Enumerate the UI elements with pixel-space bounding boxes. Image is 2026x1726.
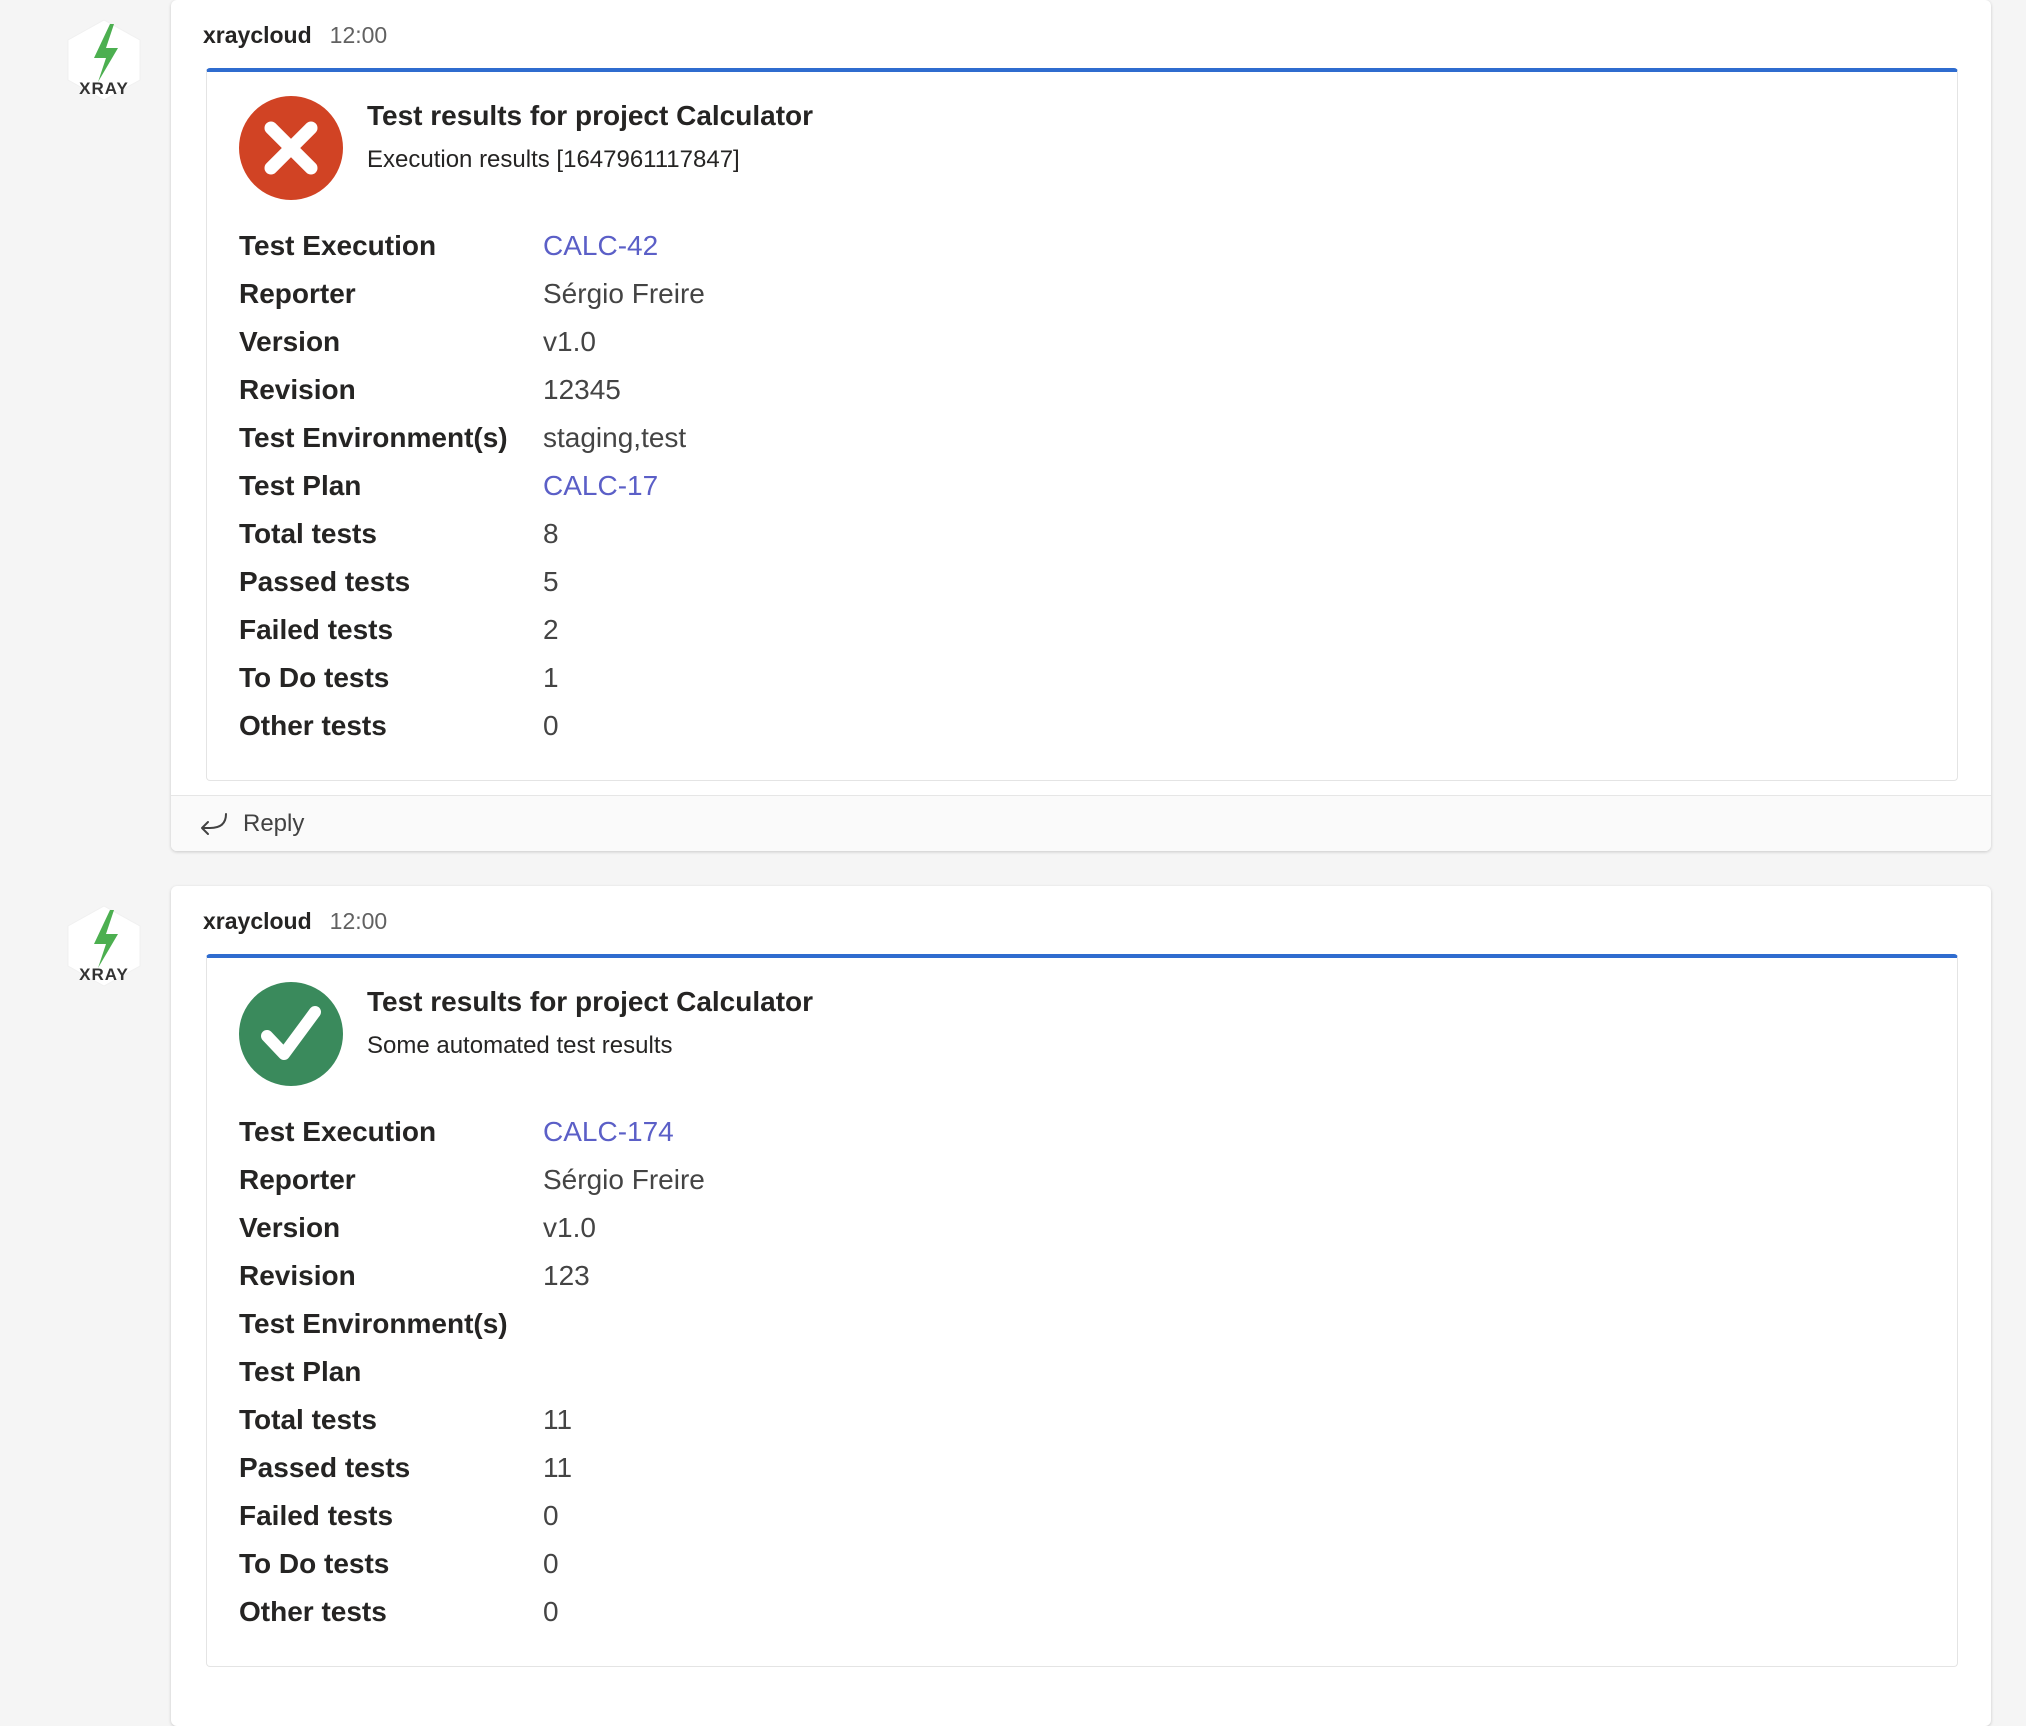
sender-name[interactable]: xraycloud bbox=[203, 22, 312, 48]
fact-value: 0 bbox=[543, 1548, 559, 1579]
fact-value: Sérgio Freire bbox=[543, 278, 705, 309]
fact-label: Reporter bbox=[239, 1164, 356, 1195]
fact-set: Test Execution CALC-174 Reporter Sérgio … bbox=[239, 1108, 705, 1636]
avatar-label: XRAY bbox=[79, 79, 129, 98]
fact-value: 11 bbox=[543, 1404, 573, 1435]
fact-label: Reporter bbox=[239, 278, 356, 309]
fact-row: Test Environment(s) staging,test bbox=[239, 414, 705, 462]
message-header: xraycloud 12:00 bbox=[203, 908, 387, 935]
fact-label: Test Plan bbox=[239, 1356, 362, 1387]
fact-row: Version v1.0 bbox=[239, 1204, 705, 1252]
fact-label: Other tests bbox=[239, 710, 387, 741]
card-title: Test results for project Calculator bbox=[367, 100, 814, 131]
fact-row: To Do tests 1 bbox=[239, 654, 705, 702]
fact-row: Revision 123 bbox=[239, 1252, 705, 1300]
reply-arrow-icon bbox=[201, 812, 227, 835]
fact-row: Passed tests 11 bbox=[239, 1444, 705, 1492]
message-time: 12:00 bbox=[329, 22, 388, 48]
fact-row: Other tests 0 bbox=[239, 1588, 705, 1636]
fact-row: Test Plan bbox=[239, 1348, 705, 1396]
fact-label: Total tests bbox=[239, 1404, 377, 1435]
error-x-icon bbox=[239, 96, 343, 200]
fact-row: Reporter Sérgio Freire bbox=[239, 270, 705, 318]
card-subtitle: Execution results [1647961117847] bbox=[367, 146, 740, 173]
fact-value: Sérgio Freire bbox=[543, 1164, 705, 1195]
fact-label: Test Plan bbox=[239, 470, 362, 501]
fact-label: Test Execution bbox=[239, 1116, 437, 1147]
adaptive-card: Test results for project Calculator Exec… bbox=[206, 68, 1958, 781]
fact-value: 0 bbox=[543, 1596, 559, 1627]
fact-value: 1 bbox=[543, 662, 559, 693]
adaptive-card: Test results for project Calculator Some… bbox=[206, 954, 1958, 1667]
message-header: xraycloud 12:00 bbox=[203, 22, 387, 49]
fact-label: To Do tests bbox=[239, 1548, 390, 1579]
fact-value: 11 bbox=[543, 1452, 573, 1483]
fact-value: 5 bbox=[543, 566, 559, 597]
fact-row: Failed tests 2 bbox=[239, 606, 705, 654]
fact-label: Version bbox=[239, 1212, 341, 1243]
fact-label: Version bbox=[239, 326, 341, 357]
fact-label: Other tests bbox=[239, 1596, 387, 1627]
fact-label: Revision bbox=[239, 1260, 356, 1291]
test-plan-link[interactable]: CALC-17 bbox=[543, 470, 658, 502]
message-card: xraycloud 12:00 Test results for project … bbox=[171, 886, 1991, 1726]
fact-value: 0 bbox=[543, 1500, 559, 1531]
fact-row: Failed tests 0 bbox=[239, 1492, 705, 1540]
fact-label: Failed tests bbox=[239, 1500, 394, 1531]
fact-label: Failed tests bbox=[239, 614, 394, 645]
fact-row: Reporter Sérgio Freire bbox=[239, 1156, 705, 1204]
test-execution-link[interactable]: CALC-174 bbox=[543, 1116, 674, 1148]
fact-set: Test Execution CALC-42 Reporter Sérgio F… bbox=[239, 222, 705, 750]
fact-row: To Do tests 0 bbox=[239, 1540, 705, 1588]
message-card: xraycloud 12:00 Test results for project … bbox=[171, 0, 1991, 851]
fact-row: Revision 12345 bbox=[239, 366, 705, 414]
fact-row: Other tests 0 bbox=[239, 702, 705, 750]
fact-row: Test Environment(s) bbox=[239, 1300, 705, 1348]
fact-label: Total tests bbox=[239, 518, 377, 549]
fact-label: Revision bbox=[239, 374, 356, 405]
fact-value: v1.0 bbox=[543, 1212, 596, 1243]
fact-row: Total tests 11 bbox=[239, 1396, 705, 1444]
fact-label: Test Environment(s) bbox=[239, 422, 508, 453]
fact-row: Total tests 8 bbox=[239, 510, 705, 558]
fact-value: 8 bbox=[543, 518, 559, 549]
fact-row: Test Execution CALC-174 bbox=[239, 1108, 705, 1156]
fact-row: Version v1.0 bbox=[239, 318, 705, 366]
fact-label: Passed tests bbox=[239, 566, 411, 597]
fact-value: staging,test bbox=[543, 422, 687, 453]
success-check-icon bbox=[239, 982, 343, 1086]
avatar-label: XRAY bbox=[79, 965, 129, 984]
avatar[interactable]: XRAY bbox=[62, 904, 146, 988]
fact-label: Test Environment(s) bbox=[239, 1308, 508, 1339]
fact-row: Passed tests 5 bbox=[239, 558, 705, 606]
fact-label: Test Execution bbox=[239, 230, 437, 261]
avatar[interactable]: XRAY bbox=[62, 18, 146, 102]
test-execution-link[interactable]: CALC-42 bbox=[543, 230, 658, 262]
sender-name[interactable]: xraycloud bbox=[203, 908, 312, 934]
fact-value: v1.0 bbox=[543, 326, 596, 357]
reply-label: Reply bbox=[243, 809, 305, 837]
fact-row: Test Execution CALC-42 bbox=[239, 222, 705, 270]
fact-value: 2 bbox=[543, 614, 559, 645]
fact-label: Passed tests bbox=[239, 1452, 411, 1483]
fact-value: 12345 bbox=[543, 374, 621, 405]
fact-value: 0 bbox=[543, 710, 559, 741]
card-title: Test results for project Calculator bbox=[367, 986, 814, 1017]
message-time: 12:00 bbox=[329, 908, 388, 934]
card-subtitle: Some automated test results bbox=[367, 1032, 673, 1059]
fact-value: 123 bbox=[543, 1260, 590, 1291]
fact-label: To Do tests bbox=[239, 662, 390, 693]
reply-button[interactable]: Reply bbox=[171, 795, 1991, 851]
fact-row: Test Plan CALC-17 bbox=[239, 462, 705, 510]
